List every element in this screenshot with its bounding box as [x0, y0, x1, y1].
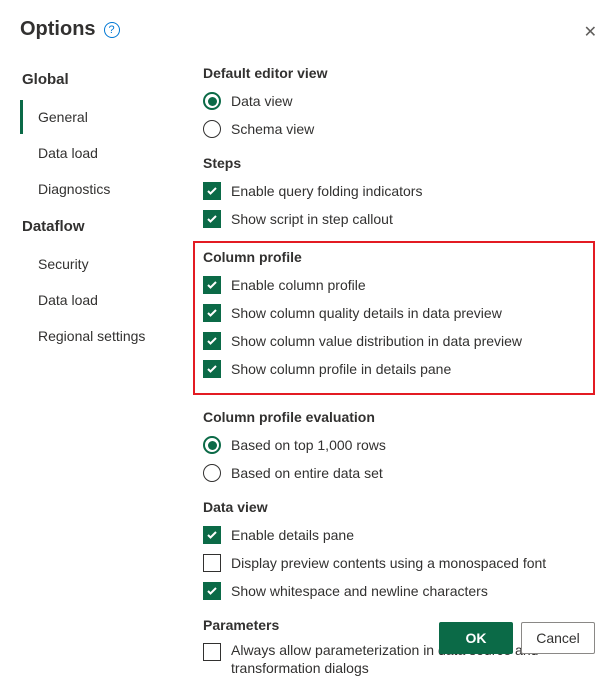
option-label: Based on top 1,000 rows: [231, 436, 386, 454]
option-label: Show whitespace and newline characters: [231, 582, 488, 600]
option-label: Display preview contents using a monospa…: [231, 554, 546, 572]
section-default-editor-view: Default editor view: [203, 65, 595, 81]
sidebar-item-regional-settings[interactable]: Regional settings: [20, 319, 175, 353]
checkbox-icon: [203, 276, 221, 294]
sidebar-item-label: Security: [38, 256, 89, 272]
radio-data-view[interactable]: Data view: [203, 89, 595, 113]
checkbox-icon: [203, 582, 221, 600]
ok-button[interactable]: OK: [439, 622, 513, 654]
sidebar: Global General Data load Diagnostics Dat…: [10, 51, 175, 681]
dialog-footer: OK Cancel: [439, 622, 595, 654]
sidebar-item-label: Diagnostics: [38, 181, 110, 197]
option-label: Show column quality details in data prev…: [231, 304, 502, 322]
option-label: Enable column profile: [231, 276, 366, 294]
checkbox-icon: [203, 182, 221, 200]
option-label: Show column value distribution in data p…: [231, 332, 522, 350]
option-label: Based on entire data set: [231, 464, 383, 482]
radio-icon: [203, 92, 221, 110]
cancel-button[interactable]: Cancel: [521, 622, 595, 654]
checkbox-icon: [203, 332, 221, 350]
radio-icon: [203, 120, 221, 138]
section-column-profile-evaluation: Column profile evaluation: [203, 409, 595, 425]
checkbox-icon: [203, 210, 221, 228]
checkbox-icon: [203, 360, 221, 378]
section-data-view: Data view: [203, 499, 595, 515]
highlight-column-profile: Column profile Enable column profile Sho…: [193, 241, 595, 395]
checkbox-icon: [203, 526, 221, 544]
sidebar-item-data-load[interactable]: Data load: [20, 136, 175, 170]
button-label: OK: [466, 630, 487, 646]
section-column-profile: Column profile: [203, 249, 583, 265]
option-label: Enable details pane: [231, 526, 354, 544]
sidebar-item-data-load-dataflow[interactable]: Data load: [20, 283, 175, 317]
check-column-quality-details[interactable]: Show column quality details in data prev…: [203, 301, 583, 325]
sidebar-item-security[interactable]: Security: [20, 247, 175, 281]
check-monospaced-font[interactable]: Display preview contents using a monospa…: [203, 551, 595, 575]
radio-entire-data-set[interactable]: Based on entire data set: [203, 461, 595, 485]
dialog-title: Options: [20, 18, 96, 41]
button-label: Cancel: [536, 630, 580, 646]
sidebar-group-dataflow: Dataflow: [20, 208, 175, 247]
checkbox-icon: [203, 554, 221, 572]
radio-icon: [203, 464, 221, 482]
content-panel: Default editor view Data view Schema vie…: [175, 51, 605, 681]
check-enable-query-folding[interactable]: Enable query folding indicators: [203, 179, 595, 203]
checkbox-icon: [203, 643, 221, 661]
check-column-profile-details-pane[interactable]: Show column profile in details pane: [203, 357, 583, 381]
check-show-script-callout[interactable]: Show script in step callout: [203, 207, 595, 231]
option-label: Show script in step callout: [231, 210, 393, 228]
radio-schema-view[interactable]: Schema view: [203, 117, 595, 141]
sidebar-item-label: Data load: [38, 145, 98, 161]
option-label: Show column profile in details pane: [231, 360, 451, 378]
check-whitespace-newlines[interactable]: Show whitespace and newline characters: [203, 579, 595, 603]
sidebar-item-label: Data load: [38, 292, 98, 308]
check-enable-details-pane[interactable]: Enable details pane: [203, 523, 595, 547]
checkbox-icon: [203, 304, 221, 322]
option-label: Data view: [231, 92, 292, 110]
option-label: Enable query folding indicators: [231, 182, 422, 200]
sidebar-item-general[interactable]: General: [20, 100, 175, 134]
close-icon[interactable]: ✕: [584, 22, 597, 42]
sidebar-item-label: Regional settings: [38, 328, 145, 344]
help-icon[interactable]: ?: [104, 22, 120, 38]
check-enable-column-profile[interactable]: Enable column profile: [203, 273, 583, 297]
sidebar-group-global: Global: [20, 61, 175, 100]
option-label: Schema view: [231, 120, 314, 138]
check-column-value-distribution[interactable]: Show column value distribution in data p…: [203, 329, 583, 353]
section-steps: Steps: [203, 155, 595, 171]
radio-icon: [203, 436, 221, 454]
radio-top-1000-rows[interactable]: Based on top 1,000 rows: [203, 433, 595, 457]
sidebar-item-diagnostics[interactable]: Diagnostics: [20, 172, 175, 206]
sidebar-item-label: General: [38, 109, 88, 125]
